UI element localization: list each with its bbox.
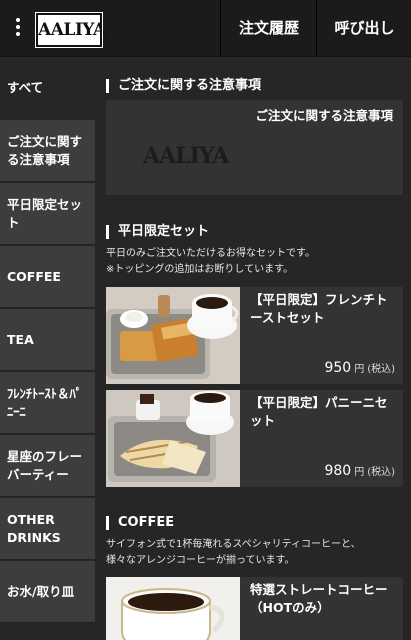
description-line: サイフォン式で1杯毎淹れるスペシャリティコーヒーと、 (106, 539, 361, 550)
sidebar-item-label: ﾌﾚﾝﾁﾄｰｽﾄ＆ﾊﾟﾆｰﾆ (7, 385, 83, 419)
sidebar-item-notice[interactable]: ご注文に関する注意事項 (0, 120, 95, 182)
sidebar-item-label: TEA (7, 331, 34, 347)
sidebar-item-label: OTHER DRINKS (7, 511, 61, 545)
app-header: AALIYA 注文履歴 呼び出し (0, 0, 411, 57)
sidebar-item-label: 平日限定セット (7, 196, 83, 230)
product-image (106, 390, 240, 487)
product-price: 980 円 (税込) (324, 463, 395, 479)
sidebar-item-label: お水/取り皿 (7, 583, 75, 599)
category-sidebar: すべて ご注文に関する注意事項 平日限定セット COFFEE TEA ﾌﾚﾝﾁﾄ… (0, 57, 95, 640)
price-tax: (税込) (367, 467, 395, 478)
product-card-french-toast-set[interactable]: 【平日限定】フレンチトーストセット 950 円 (税込) (106, 287, 403, 384)
menu-kebab-icon[interactable] (11, 18, 25, 40)
price-unit: 円 (354, 364, 365, 375)
sidebar-item-coffee[interactable]: COFFEE (0, 246, 95, 308)
notice-card-title: ご注文に関する注意事項 (255, 108, 393, 123)
price-value: 950 (324, 360, 352, 376)
section-description: サイフォン式で1杯毎淹れるスペシャリティコーヒーと、 様々なアレンジコーヒーが揃… (106, 537, 406, 569)
sidebar-item-label: COFFEE (7, 268, 61, 284)
sidebar-item-all[interactable]: すべて (0, 57, 95, 119)
product-image (106, 577, 240, 640)
menu-content: ご注文に関する注意事項 ご注文に関する注意事項 AALIYA 平日限定セット 平… (95, 57, 411, 640)
product-name: 【平日限定】フレンチトーストセット (250, 292, 388, 325)
sidebar-item-weekday-set[interactable]: 平日限定セット (0, 183, 95, 245)
product-card-straight-coffee[interactable]: 特選ストレートコーヒー（HOTのみ） (106, 577, 403, 640)
brand-logo[interactable]: AALIYA (35, 12, 106, 48)
price-unit: 円 (354, 467, 365, 478)
description-line: 平日のみご注文いただけるお得なセットです。 (106, 248, 315, 259)
coffee-cup-photo-icon (106, 577, 240, 640)
section-description: 平日のみご注文いただけるお得なセットです。 ※トッピングの追加はお断りしています… (106, 246, 406, 278)
panini-photo-icon (106, 390, 240, 487)
sidebar-item-label: 星座のフレーバーティー (7, 448, 83, 482)
product-name: 特選ストレートコーヒー（HOTのみ） (250, 582, 388, 615)
sidebar-item-tea[interactable]: TEA (0, 309, 95, 371)
section-title-coffee: COFFEE (106, 516, 174, 530)
description-line: ※トッピングの追加はお断りしています。 (106, 264, 294, 275)
product-price: 950 円 (税込) (324, 360, 395, 376)
section-title-weekday-set: 平日限定セット (106, 225, 209, 239)
description-line: 様々なアレンジコーヒーが揃っています。 (106, 555, 295, 566)
product-name: 【平日限定】パニーニセット (250, 395, 388, 428)
product-card-panini-set[interactable]: 【平日限定】パニーニセット 980 円 (税込) (106, 390, 403, 487)
product-image (106, 287, 240, 384)
sidebar-item-french-toast-panini[interactable]: ﾌﾚﾝﾁﾄｰｽﾄ＆ﾊﾟﾆｰﾆ (0, 372, 95, 434)
sidebar-item-label: すべて (7, 79, 44, 95)
call-staff-button[interactable]: 呼び出し (316, 0, 411, 56)
notice-logo: AALIYA (143, 143, 229, 169)
price-tax: (税込) (367, 364, 395, 375)
sidebar-item-water-plates[interactable]: お水/取り皿 (0, 561, 95, 623)
section-title-notice: ご注文に関する注意事項 (106, 79, 261, 93)
sidebar-item-other-drinks[interactable]: OTHER DRINKS (0, 498, 95, 560)
sidebar-item-zodiac-tea[interactable]: 星座のフレーバーティー (0, 435, 95, 497)
price-value: 980 (324, 463, 352, 479)
french-toast-photo-icon (106, 287, 240, 384)
notice-card[interactable]: ご注文に関する注意事項 AALIYA (106, 100, 403, 195)
sidebar-item-label: ご注文に関する注意事項 (7, 133, 83, 167)
order-history-button[interactable]: 注文履歴 (220, 0, 317, 56)
